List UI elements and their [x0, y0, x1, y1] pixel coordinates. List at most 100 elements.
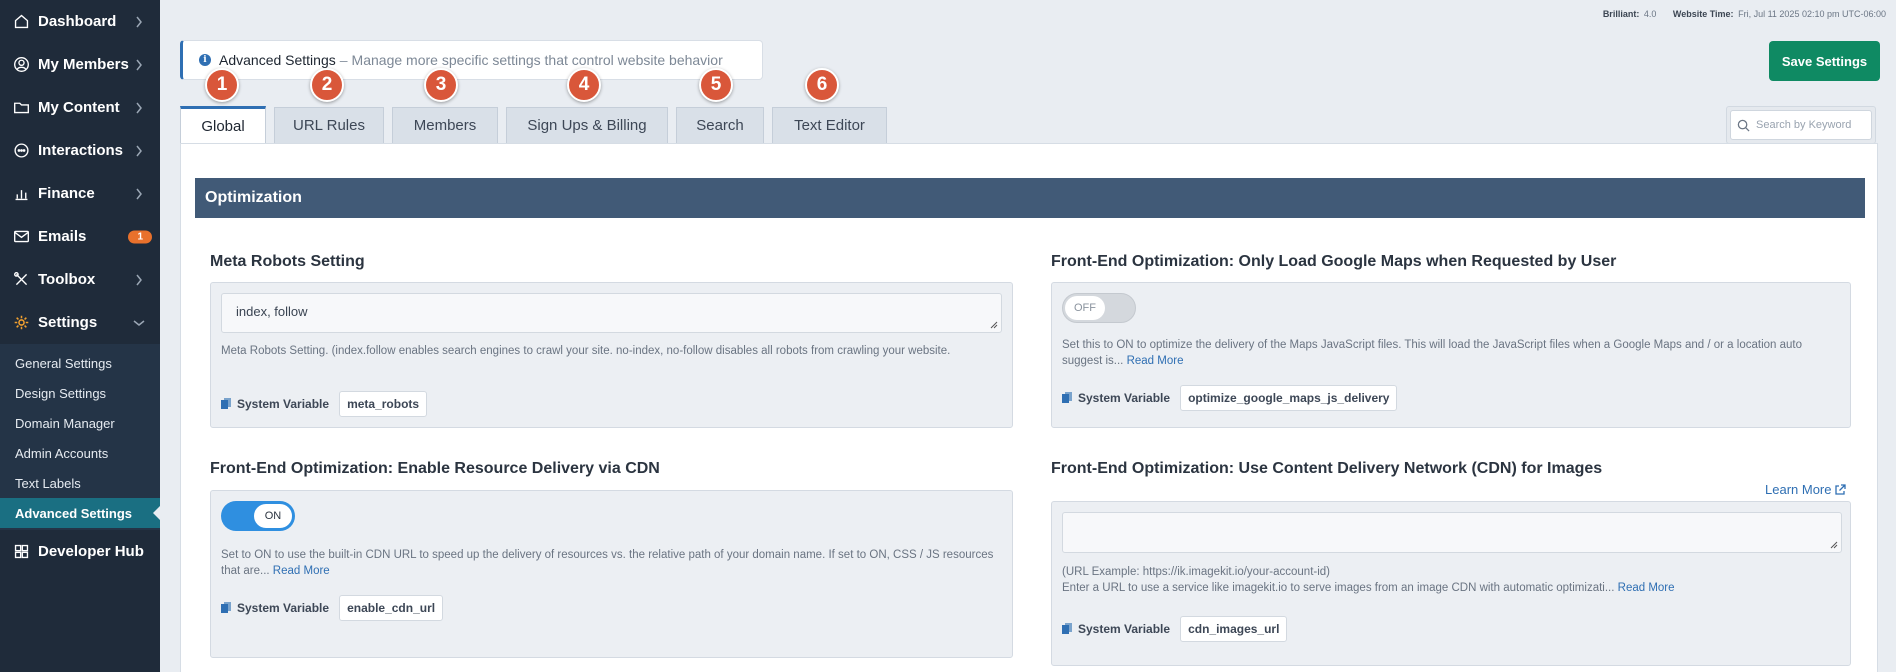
grid-icon [12, 543, 30, 561]
brilliant-label: Brilliant: [1602, 9, 1640, 19]
tab-url-rules[interactable]: URL Rules [274, 107, 384, 143]
subnav-design-settings[interactable]: Design Settings [0, 378, 160, 408]
cdn-url-card: ON Set to ON to use the built-in CDN URL… [210, 490, 1013, 658]
search-icon [1737, 119, 1750, 132]
tools-icon [12, 271, 30, 289]
system-variable-code[interactable]: meta_robots [339, 391, 428, 417]
tab-text-editor[interactable]: Text Editor [772, 107, 887, 143]
subnav-domain-manager[interactable]: Domain Manager [0, 408, 160, 438]
chevron-down-icon [133, 319, 145, 326]
system-variable-code[interactable]: enable_cdn_url [339, 595, 444, 621]
step-badge-2: 2 [310, 68, 344, 102]
sidebar: Dashboard My Members My Content Interact… [0, 0, 160, 672]
setting-title-meta-robots: Meta Robots Setting [210, 253, 365, 270]
copy-icon [1062, 392, 1072, 403]
system-variable-label: System Variable [1078, 622, 1171, 636]
sidebar-item-label: Finance [38, 185, 95, 202]
sidebar-item-dashboard[interactable]: Dashboard [0, 0, 160, 43]
cdn-url-help-text: Set to ON to use the built-in CDN URL to… [221, 549, 994, 577]
cdn-images-input[interactable] [1062, 512, 1842, 553]
sidebar-item-label: Settings [38, 314, 98, 331]
sidebar-item-my-content[interactable]: My Content [0, 86, 160, 129]
google-maps-read-more-link[interactable]: Read More [1127, 355, 1184, 367]
system-variable-label: System Variable [237, 397, 330, 411]
website-time-value: Fri, Jul 11 2025 02:10 pm UTC-06:00 [1738, 9, 1886, 19]
cdn-url-system-variable: System Variable enable_cdn_url [221, 595, 444, 621]
toggle-knob: OFF [1065, 296, 1105, 320]
page-description: Manage more specific settings that contr… [351, 52, 723, 68]
copy-icon [221, 602, 231, 613]
subnav-general-settings[interactable]: General Settings [0, 348, 160, 378]
save-settings-button[interactable]: Save Settings [1769, 41, 1880, 81]
toggle-knob: ON [253, 503, 293, 529]
system-variable-code[interactable]: optimize_google_maps_js_delivery [1180, 385, 1398, 411]
cdn-images-system-variable: System Variable cdn_images_url [1062, 616, 1288, 642]
sidebar-item-label: Toolbox [38, 271, 96, 288]
section-header-optimization: Optimization [195, 178, 1865, 218]
chevron-right-icon [136, 102, 142, 113]
step-badge-1: 1 [205, 68, 239, 102]
sidebar-item-developer-hub[interactable]: Developer Hub [0, 530, 160, 573]
resize-handle-icon [990, 321, 998, 329]
system-variable-label: System Variable [237, 601, 330, 615]
sidebar-item-settings[interactable]: Settings [0, 301, 160, 344]
setting-title-google-maps: Front-End Optimization: Only Load Google… [1051, 253, 1617, 270]
tab-members[interactable]: Members [392, 107, 498, 143]
learn-more-label: Learn More [1765, 482, 1832, 497]
emails-count-badge: 1 [128, 230, 152, 243]
subnav-advanced-settings[interactable]: Advanced Settings [0, 498, 160, 528]
cdn-url-help: Set to ON to use the built-in CDN URL to… [221, 547, 1002, 579]
sidebar-item-my-members[interactable]: My Members [0, 43, 160, 86]
step-badge-3: 3 [424, 68, 458, 102]
cdn-images-learn-more-link[interactable]: Learn More [1765, 482, 1847, 497]
sidebar-item-label: Developer Hub [38, 543, 144, 560]
tab-sign-ups-billing[interactable]: Sign Ups & Billing [506, 107, 668, 143]
step-badge-6: 6 [805, 68, 839, 102]
user-circle-icon [12, 56, 30, 74]
copy-icon [1062, 623, 1072, 634]
meta-robots-value: index, follow [236, 304, 308, 319]
website-time-label: Website Time: [1672, 9, 1734, 19]
meta-robots-card: index, follow Meta Robots Setting. (inde… [210, 282, 1013, 428]
google-maps-help: Set this to ON to optimize the delivery … [1062, 337, 1842, 369]
cdn-images-help-text: Enter a URL to use a service like imagek… [1062, 582, 1615, 594]
cdn-url-read-more-link[interactable]: Read More [273, 565, 330, 577]
meta-robots-input[interactable]: index, follow [221, 293, 1002, 333]
folder-icon [12, 99, 30, 117]
sidebar-item-toolbox[interactable]: Toolbox [0, 258, 160, 301]
chevron-right-icon [136, 188, 142, 199]
sidebar-item-label: My Content [38, 99, 120, 116]
resize-handle-icon [1830, 541, 1838, 549]
settings-search: Search by Keyword [1726, 106, 1876, 144]
sidebar-item-label: Emails [38, 228, 87, 245]
cdn-images-read-more-link[interactable]: Read More [1618, 582, 1675, 594]
tab-global[interactable]: Global [180, 106, 266, 144]
info-icon: i [199, 54, 211, 66]
cdn-url-toggle[interactable]: ON [221, 501, 295, 531]
page-title-box: i Advanced Settings – Manage more specif… [180, 40, 763, 80]
subnav-text-labels[interactable]: Text Labels [0, 468, 160, 498]
subnav-admin-accounts[interactable]: Admin Accounts [0, 438, 160, 468]
sidebar-item-interactions[interactable]: Interactions [0, 129, 160, 172]
sidebar-item-emails[interactable]: Emails 1 [0, 215, 160, 258]
settings-panel: Optimization Meta Robots Setting index, … [180, 143, 1878, 672]
step-badge-5: 5 [699, 68, 733, 102]
chevron-right-icon [136, 59, 142, 70]
cdn-images-help: (URL Example: https://ik.imagekit.io/you… [1062, 564, 1842, 596]
system-variable-code[interactable]: cdn_images_url [1180, 616, 1288, 642]
google-maps-toggle[interactable]: OFF [1062, 293, 1136, 323]
sidebar-item-label: Interactions [38, 142, 124, 159]
home-icon [12, 13, 30, 31]
meta-robots-system-variable: System Variable meta_robots [221, 391, 428, 417]
search-input[interactable]: Search by Keyword [1730, 110, 1872, 140]
gear-icon [12, 314, 30, 332]
external-link-icon [1835, 483, 1847, 495]
sidebar-item-finance[interactable]: Finance [0, 172, 160, 215]
brilliant-version: 4.0 [1643, 9, 1657, 19]
cdn-images-example: (URL Example: https://ik.imagekit.io/you… [1062, 566, 1331, 578]
tab-search[interactable]: Search [676, 107, 764, 143]
title-separator: – [339, 52, 348, 68]
sidebar-item-label: Dashboard [38, 13, 117, 30]
chevron-right-icon [136, 16, 142, 27]
cdn-images-card: (URL Example: https://ik.imagekit.io/you… [1051, 501, 1851, 666]
